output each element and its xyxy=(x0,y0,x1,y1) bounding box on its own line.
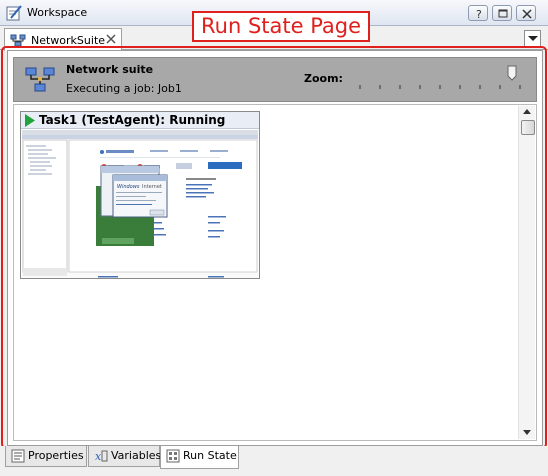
run-state-icon xyxy=(166,449,180,463)
task-view-area: Task1 (TestAgent): Running Windows Inter… xyxy=(13,104,537,441)
vertical-scrollbar[interactable] xyxy=(518,106,535,439)
chevron-down-icon xyxy=(528,36,538,41)
svg-text:Internet: Internet xyxy=(142,184,162,190)
help-button[interactable]: ? xyxy=(468,5,488,21)
tab-variables[interactable]: x Variables xyxy=(88,446,162,467)
close-button[interactable] xyxy=(516,5,536,21)
running-play-icon xyxy=(25,114,35,127)
window-title: Workspace xyxy=(27,6,88,19)
suite-name: Network suite xyxy=(66,63,154,76)
tab-properties-label: Properties xyxy=(28,449,84,462)
variables-icon: x xyxy=(95,450,108,463)
svg-text:Windows: Windows xyxy=(117,184,140,190)
task-title: Task1 (TestAgent): Running xyxy=(39,113,226,127)
svg-text:x: x xyxy=(95,450,102,463)
run-state-annotation-label: Run State Page xyxy=(192,11,371,42)
tab-variables-label: Variables xyxy=(111,449,162,462)
task-screenshot-thumbnail[interactable]: Windows Internet xyxy=(22,130,258,278)
workspace-icon xyxy=(6,5,22,21)
screenshot-preview-image: Windows Internet xyxy=(22,130,258,278)
bottom-tab-strip: Properties x Variables Run State xyxy=(0,446,548,476)
task-header: Task1 (TestAgent): Running xyxy=(21,112,259,129)
network-icon xyxy=(25,67,55,92)
suite-status: Executing a job: Job1 xyxy=(66,82,182,95)
restore-button[interactable] xyxy=(492,5,512,21)
zoom-label: Zoom: xyxy=(304,72,343,85)
suite-header: Network suite Executing a job: Job1 Zoom… xyxy=(13,57,537,102)
network-suite-icon xyxy=(10,34,26,47)
tab-list-dropdown[interactable] xyxy=(524,30,541,47)
zoom-slider[interactable] xyxy=(352,61,532,99)
close-icon xyxy=(522,9,532,19)
run-state-page: Network suite Executing a job: Job1 Zoom… xyxy=(7,50,543,446)
tab-run-state-label: Run State xyxy=(183,449,237,462)
svg-text:?: ? xyxy=(476,8,482,21)
scroll-up-icon[interactable] xyxy=(523,109,531,115)
help-icon: ? xyxy=(476,8,482,21)
scrollbar-thumb[interactable] xyxy=(521,120,535,135)
tab-run-state[interactable]: Run State xyxy=(160,446,239,469)
restore-icon xyxy=(498,9,508,18)
tab-properties[interactable]: Properties xyxy=(5,446,87,467)
tab-label: NetworkSuite xyxy=(31,34,106,47)
task-card[interactable]: Task1 (TestAgent): Running Windows Inter… xyxy=(20,111,260,279)
tab-networksuite[interactable]: NetworkSuite xyxy=(4,28,122,51)
scroll-down-icon[interactable] xyxy=(523,430,531,436)
tab-close-icon[interactable] xyxy=(105,33,117,45)
zoom-slider-thumb[interactable] xyxy=(507,65,517,81)
properties-icon xyxy=(11,449,25,463)
